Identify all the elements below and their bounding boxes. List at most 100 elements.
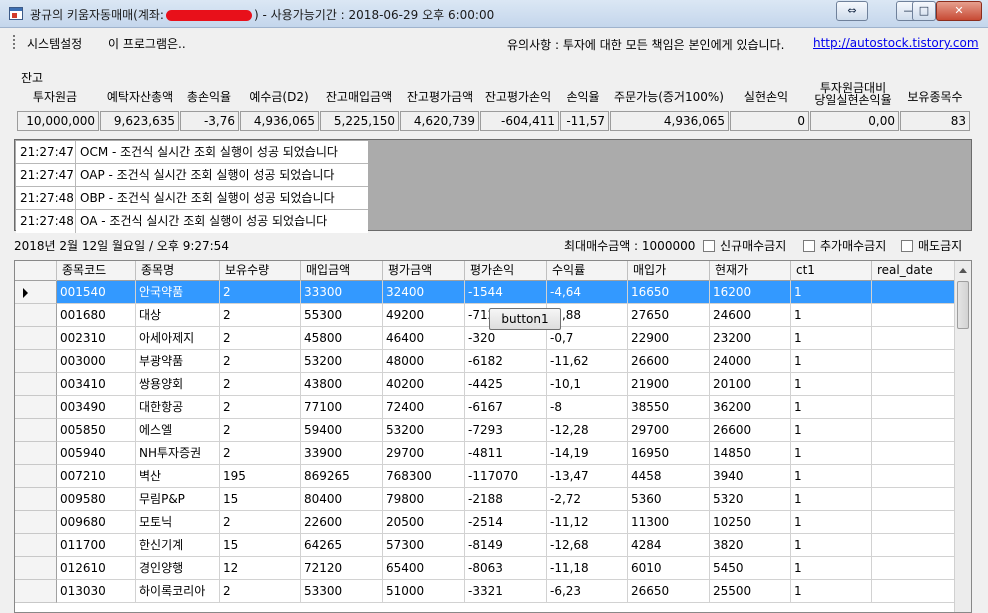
cell-qty[interactable]: 2 [220,419,301,442]
cell-buy-price[interactable]: 27650 [628,304,710,327]
cell-real-date[interactable] [872,281,955,304]
column-header-buy-price[interactable]: 매입가 [628,261,710,281]
cell-real-date[interactable] [872,304,955,327]
cell-purchase[interactable]: 64265 [301,534,383,557]
table-row[interactable]: 005940 NH투자증권 2 33900 29700 -4811 -14,19 16950 1… [15,442,955,465]
cell-ct1[interactable]: 1 [791,580,872,603]
cell-cur-price[interactable]: 25500 [710,580,791,603]
cell-pl[interactable]: -320 [465,327,547,350]
cell-real-date[interactable] [872,580,955,603]
cell-real-date[interactable] [872,465,955,488]
cell-qty[interactable]: 2 [220,511,301,534]
cell-valuation[interactable]: 49200 [383,304,465,327]
cell-code[interactable]: 001540 [57,281,136,304]
row-header[interactable] [15,442,57,465]
cell-purchase[interactable]: 33900 [301,442,383,465]
cell-buy-price[interactable]: 16650 [628,281,710,304]
cell-cur-price[interactable]: 5320 [710,488,791,511]
table-row[interactable]: 011700 한신기계 15 64265 57300 -8149 -12,68 4284 382… [15,534,955,557]
cell-real-date[interactable] [872,373,955,396]
cell-name[interactable]: 안국약품 [136,281,220,304]
table-row[interactable]: 009680 모토닉 2 22600 20500 -2514 -11,12 11300 1025… [15,511,955,534]
scroll-thumb[interactable] [957,281,969,329]
cell-valuation[interactable]: 40200 [383,373,465,396]
cell-rate[interactable]: -8 [547,396,628,419]
column-header-valuation[interactable]: 평가금액 [383,261,465,281]
table-row[interactable]: 013030 하이록코리아 2 53300 51000 -3321 -6,23 26650 25… [15,580,955,603]
cell-real-date[interactable] [872,488,955,511]
checkbox-box[interactable] [803,240,815,252]
cell-purchase[interactable]: 55300 [301,304,383,327]
cell-code[interactable]: 002310 [57,327,136,350]
cell-code[interactable]: 003410 [57,373,136,396]
cell-valuation[interactable]: 53200 [383,419,465,442]
cell-name[interactable]: 경인양행 [136,557,220,580]
checkbox-box[interactable] [901,240,913,252]
cell-code[interactable]: 013030 [57,580,136,603]
cell-qty[interactable]: 2 [220,396,301,419]
cell-purchase[interactable]: 43800 [301,373,383,396]
cell-ct1[interactable]: 1 [791,327,872,350]
cell-qty[interactable]: 2 [220,350,301,373]
cell-pl[interactable]: -4811 [465,442,547,465]
column-header-name[interactable]: 종목명 [136,261,220,281]
cell-rate[interactable]: -13,47 [547,465,628,488]
table-row[interactable]: 012610 경인양행 12 72120 65400 -8063 -11,18 6010 545… [15,557,955,580]
cell-cur-price[interactable]: 16200 [710,281,791,304]
cell-name[interactable]: 대상 [136,304,220,327]
cell-valuation[interactable]: 79800 [383,488,465,511]
log-entry[interactable]: 21:27:48 OBP - 조건식 실시간 조회 실행이 성공 되었습니다 [16,187,368,210]
column-header-qty[interactable]: 보유수량 [220,261,301,281]
cell-name[interactable]: 한신기계 [136,534,220,557]
log-entry[interactable]: 21:27:47 OAP - 조건식 실시간 조회 실행이 성공 되었습니다 [16,164,368,187]
cell-pl[interactable]: -4425 [465,373,547,396]
cell-cur-price[interactable]: 26600 [710,419,791,442]
cell-pl[interactable]: -1544 [465,281,547,304]
row-header[interactable] [15,557,57,580]
cell-buy-price[interactable]: 4284 [628,534,710,557]
cell-real-date[interactable] [872,350,955,373]
cell-code[interactable]: 007210 [57,465,136,488]
cell-buy-price[interactable]: 21900 [628,373,710,396]
cell-name[interactable]: NH투자증권 [136,442,220,465]
cell-code[interactable]: 011700 [57,534,136,557]
cell-purchase[interactable]: 869265 [301,465,383,488]
checkbox-no-new-buy[interactable]: 신규매수금지 [703,237,786,254]
row-header[interactable] [15,580,57,603]
cell-qty[interactable]: 2 [220,304,301,327]
cell-qty[interactable]: 12 [220,557,301,580]
cell-ct1[interactable]: 1 [791,465,872,488]
cell-name[interactable]: 부광약품 [136,350,220,373]
cell-code[interactable]: 003000 [57,350,136,373]
cell-qty[interactable]: 15 [220,488,301,511]
cell-rate[interactable]: -6,23 [547,580,628,603]
cell-purchase[interactable]: 77100 [301,396,383,419]
cell-real-date[interactable] [872,511,955,534]
cell-purchase[interactable]: 33300 [301,281,383,304]
cell-rate[interactable]: -0,7 [547,327,628,350]
cell-buy-price[interactable]: 16950 [628,442,710,465]
cell-ct1[interactable]: 1 [791,511,872,534]
cell-valuation[interactable]: 768300 [383,465,465,488]
cell-buy-price[interactable]: 29700 [628,419,710,442]
cell-code[interactable]: 001680 [57,304,136,327]
checkbox-box[interactable] [703,240,715,252]
cell-name[interactable]: 에스엘 [136,419,220,442]
cell-cur-price[interactable]: 14850 [710,442,791,465]
cell-valuation[interactable]: 57300 [383,534,465,557]
column-header-purchase[interactable]: 매입금액 [301,261,383,281]
cell-name[interactable]: 쌍용양회 [136,373,220,396]
cell-pl[interactable]: -3321 [465,580,547,603]
cell-name[interactable]: 대한항공 [136,396,220,419]
cell-cur-price[interactable]: 24000 [710,350,791,373]
log-list[interactable]: 21:27:47 OCM - 조건식 실시간 조회 실행이 성공 되었습니다 21… [14,139,972,233]
website-link[interactable]: http://autostock.tistory.com [813,36,979,50]
checkbox-no-add-buy[interactable]: 추가매수금지 [803,237,886,254]
cell-valuation[interactable]: 72400 [383,396,465,419]
cell-code[interactable]: 003490 [57,396,136,419]
scroll-up-icon[interactable] [959,268,967,273]
cell-cur-price[interactable]: 10250 [710,511,791,534]
table-row[interactable]: 007210 벽산 195 869265 768300 -117070 -13,47 4458… [15,465,955,488]
cell-qty[interactable]: 15 [220,534,301,557]
cell-pl[interactable]: -117070 [465,465,547,488]
